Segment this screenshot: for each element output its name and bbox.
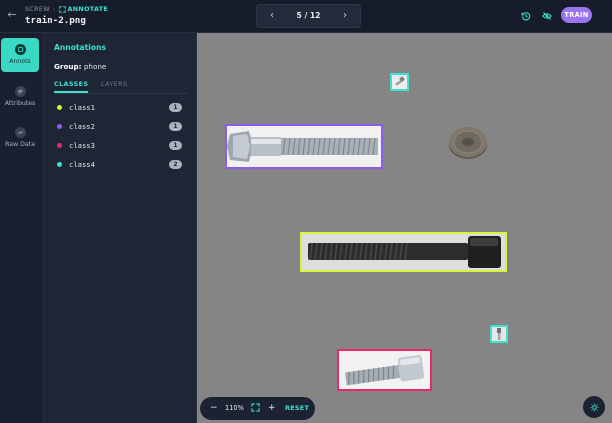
class-count-badge: 2 — [169, 160, 182, 169]
breadcrumb-mode: ANNOTATE — [67, 5, 109, 13]
raw-data-icon — [14, 127, 26, 138]
top-bar: ← SCREW › ANNOTATE train-2.png ‹ 5 / 12 … — [0, 0, 612, 33]
group-label: Group: — [54, 62, 82, 71]
class-color-dot — [57, 124, 62, 129]
annotations-panel: Annotations Group: phone CLASSES LAYERS … — [44, 33, 197, 423]
bbox-class2[interactable] — [225, 124, 383, 169]
rail-item-annots[interactable]: Annots — [1, 38, 39, 72]
class-row[interactable]: class1 1 — [56, 102, 182, 114]
class-row[interactable]: class2 1 — [56, 121, 182, 133]
image-pager: ‹ 5 / 12 › — [256, 4, 361, 28]
chevron-right-icon[interactable]: › — [338, 9, 352, 23]
class-row[interactable]: class3 1 — [56, 140, 182, 152]
sun-icon — [589, 402, 599, 412]
settings-button[interactable] — [583, 396, 605, 418]
bbox-class1[interactable] — [300, 232, 507, 272]
class-name: class1 — [69, 103, 95, 112]
rail-item-label: Attributes — [4, 100, 36, 107]
hex-bolt-object — [227, 131, 378, 162]
zoom-level: 110% — [225, 404, 244, 412]
zoom-out-icon[interactable]: − — [210, 402, 218, 414]
group-info: Group: phone — [54, 62, 106, 71]
socket-screw-object — [344, 355, 425, 386]
breadcrumb-current: ANNOTATE — [58, 5, 109, 13]
rail-item-raw-data[interactable]: Raw Data — [1, 121, 39, 155]
breadcrumb: SCREW › ANNOTATE — [25, 5, 108, 13]
bbox-class3[interactable] — [337, 349, 432, 391]
annotate-icon — [58, 5, 66, 13]
back-arrow-icon[interactable]: ← — [6, 8, 18, 22]
left-rail: Annots Attributes Raw Data — [0, 33, 44, 423]
panel-tabs: CLASSES LAYERS — [54, 80, 188, 94]
fit-to-screen-icon[interactable] — [251, 403, 260, 412]
class-color-dot — [57, 105, 62, 110]
class-count-badge: 1 — [169, 141, 182, 150]
screw-object — [395, 76, 405, 86]
class-name: class4 — [69, 160, 95, 169]
bbox-class4[interactable] — [390, 73, 409, 91]
image-canvas[interactable] — [197, 33, 612, 423]
train-button[interactable]: TRAIN — [561, 7, 592, 23]
screw-object — [497, 328, 501, 340]
class-name: class3 — [69, 141, 95, 150]
group-value[interactable]: phone — [84, 62, 107, 71]
visibility-off-icon[interactable] — [540, 9, 553, 22]
rail-item-label: Raw Data — [5, 141, 35, 148]
zoom-in-icon[interactable]: + — [268, 402, 276, 414]
tab-layers[interactable]: LAYERS — [101, 80, 127, 88]
bbox-class4[interactable] — [490, 325, 508, 343]
breadcrumb-project[interactable]: SCREW — [25, 5, 50, 13]
socket-screw-object — [308, 236, 501, 268]
zoom-controls: − 110% + RESET — [200, 397, 315, 420]
class-color-dot — [57, 143, 62, 148]
rail-item-label: Annots — [9, 58, 31, 65]
file-name: train-2.png — [25, 15, 86, 26]
history-icon[interactable] — [519, 9, 532, 22]
class-count-badge: 1 — [169, 103, 182, 112]
tab-classes[interactable]: CLASSES — [54, 80, 89, 93]
class-color-dot — [57, 162, 62, 167]
annotations-icon — [14, 44, 26, 55]
attributes-icon — [14, 86, 26, 97]
class-count-badge: 1 — [169, 122, 182, 131]
panel-title: Annotations — [54, 43, 107, 52]
class-row[interactable]: class4 2 — [56, 159, 182, 171]
breadcrumb-separator-icon: › — [52, 5, 56, 13]
coin-object — [449, 127, 487, 159]
reset-button[interactable]: RESET — [285, 404, 309, 412]
rail-item-attributes[interactable]: Attributes — [1, 80, 39, 114]
class-name: class2 — [69, 122, 95, 131]
